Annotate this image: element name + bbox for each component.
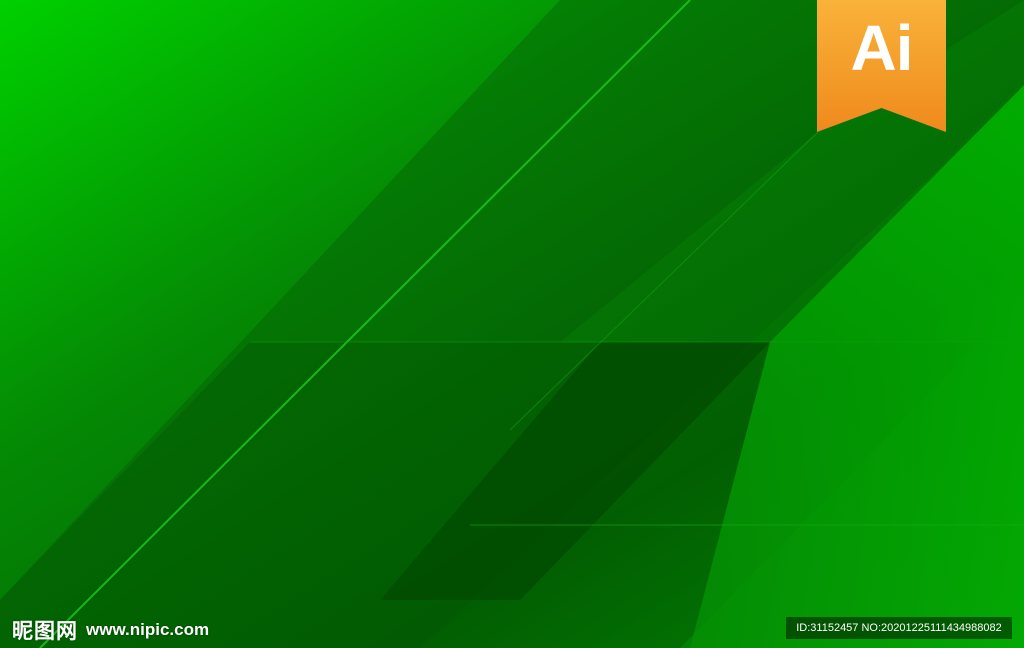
ai-file-badge: Ai	[817, 0, 946, 132]
watermark-logo: 昵图网	[12, 620, 78, 643]
site-watermark: 昵图网 www.nipic.com	[12, 616, 209, 644]
image-id-label: ID:31152457 NO:20201225111434988082	[786, 617, 1012, 639]
ai-badge-label: Ai	[850, 12, 914, 84]
watermark-url: www.nipic.com	[86, 620, 210, 639]
canvas: Ai 昵图网 www.nipic.com ID:31152457 NO:2020…	[0, 0, 1024, 648]
